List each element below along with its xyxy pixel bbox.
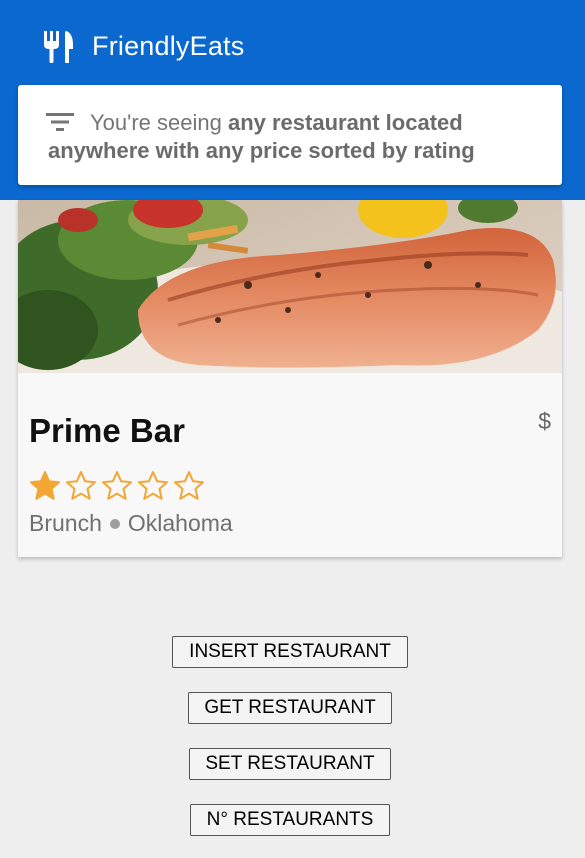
restaurant-card[interactable]: Prime Bar $ Brunch Oklahoma [18, 200, 562, 557]
insert-restaurant-button[interactable]: INSERT RESTAURANT [172, 636, 408, 668]
filter-summary-text: You're seeing any restaurant located any… [48, 109, 542, 165]
separator-dot [109, 518, 120, 529]
set-restaurant-button[interactable]: SET RESTAURANT [189, 748, 391, 780]
restaurant-photo [18, 200, 562, 373]
filter-location: any restaurant located [227, 110, 463, 135]
restaurant-price: $ [538, 408, 551, 434]
rating-stars [29, 470, 209, 502]
top-app-bar: FriendlyEats You're seeing any restauran… [0, 0, 585, 200]
restaurant-meta: Brunch Oklahoma [29, 510, 233, 537]
star-outline-icon [174, 471, 204, 500]
get-restaurant-button[interactable]: GET RESTAURANT [188, 692, 392, 724]
restaurant-count-button[interactable]: N° RESTAURANTS [190, 804, 390, 836]
restaurant-city: Oklahoma [127, 510, 233, 536]
app-root: FriendlyEats You're seeing any restauran… [0, 0, 585, 858]
restaurant-category: Brunch [29, 510, 102, 536]
star-outline-icon [138, 471, 168, 500]
brand[interactable]: FriendlyEats [42, 26, 244, 66]
star-outline-icon [66, 471, 96, 500]
restaurant-icon [44, 31, 73, 63]
star-outline-icon [102, 471, 132, 500]
restaurant-name: Prime Bar [29, 412, 185, 449]
filter-summary-card[interactable]: You're seeing any restaurant located any… [18, 85, 562, 185]
star-filled-icon [30, 471, 60, 500]
grilled-salmon-salad-photo [18, 200, 562, 373]
filter-prefix: You're seeing [90, 110, 228, 135]
filter-details: anywhere with any price sorted by rating [48, 138, 475, 163]
filter-list-icon [46, 113, 74, 131]
app-title: FriendlyEats [92, 30, 245, 61]
